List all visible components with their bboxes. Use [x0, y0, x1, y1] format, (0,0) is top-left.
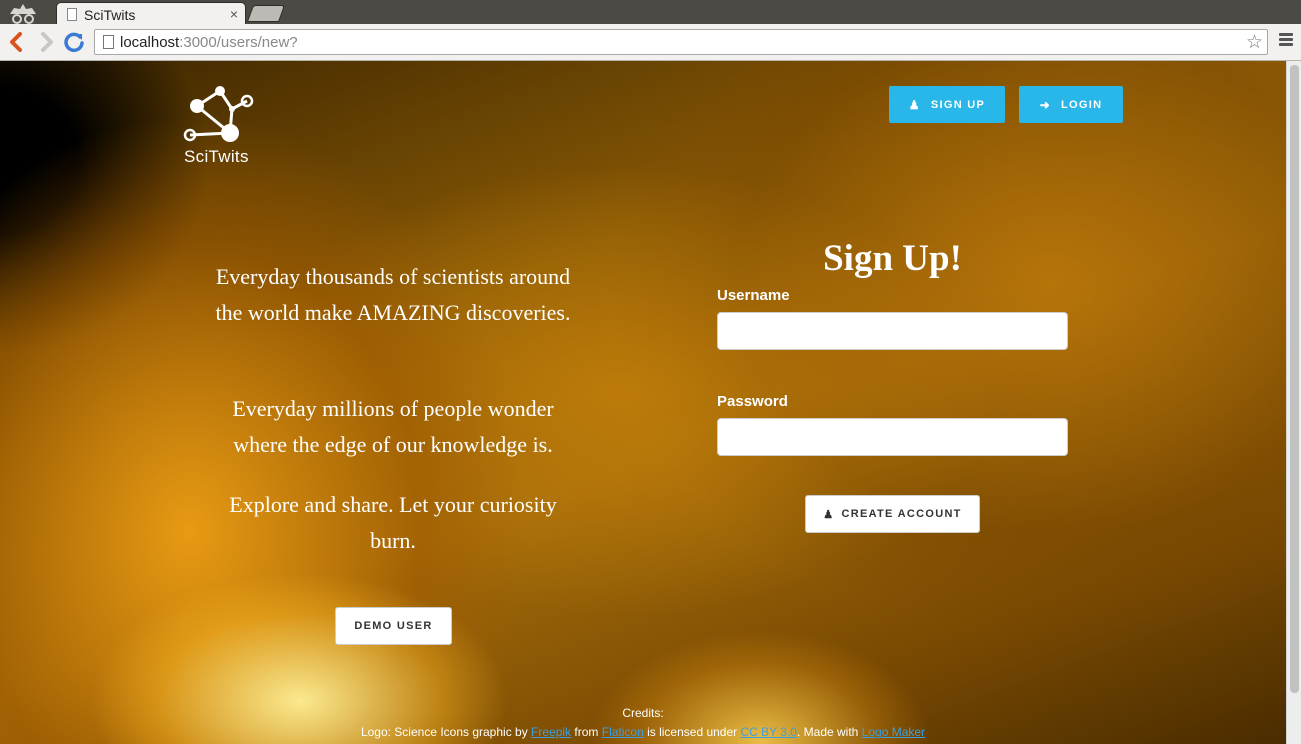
bookmark-star-icon[interactable]: ☆	[1246, 31, 1263, 54]
freepik-link[interactable]: Freepik	[531, 725, 571, 739]
pitch-paragraph-2: Everyday millions of people wonder where…	[232, 396, 554, 457]
demo-user-button[interactable]: DEMO USER	[335, 607, 452, 645]
logo-maker-link[interactable]: Logo Maker	[862, 725, 925, 739]
tab-title: SciTwits	[84, 7, 136, 23]
reload-icon[interactable]	[63, 31, 85, 53]
credits-made-with: . Made with	[796, 725, 862, 739]
pitch-paragraph-3: Explore and share. Let your curiosity bu…	[229, 492, 557, 553]
signup-form-title: Sign Up!	[823, 238, 962, 279]
forward-icon[interactable]	[35, 31, 57, 53]
create-account-button[interactable]: ♟ CREATE ACCOUNT	[805, 495, 980, 533]
flaticon-link[interactable]: Flaticon	[602, 725, 644, 739]
menu-icon[interactable]	[1279, 33, 1293, 51]
username-label: Username	[717, 287, 790, 304]
scrollbar-thumb[interactable]	[1290, 65, 1299, 693]
incognito-icon	[10, 4, 36, 24]
user-icon: ♟	[823, 508, 835, 521]
browser-tab[interactable]: SciTwits ×	[56, 2, 246, 26]
password-field[interactable]	[717, 418, 1068, 456]
back-icon[interactable]	[6, 31, 28, 53]
vertical-scrollbar[interactable]	[1286, 61, 1301, 744]
user-icon: ♟	[908, 97, 921, 112]
username-field[interactable]	[717, 312, 1068, 350]
close-icon[interactable]: ×	[230, 6, 238, 22]
url-text[interactable]: localhost:3000/users/new?	[120, 34, 298, 51]
cc-by-link[interactable]: CC BY 3.0	[741, 725, 797, 739]
credits-heading: Credits:	[622, 706, 664, 720]
page-background: SciTwits ♟ SIGN UP ➜ LOGIN Everyday thou…	[0, 61, 1286, 744]
new-tab-button[interactable]	[246, 5, 286, 22]
url-path: :3000/users/new?	[179, 34, 298, 51]
header-login-button[interactable]: ➜ LOGIN	[1019, 86, 1123, 123]
page-icon	[67, 8, 77, 21]
login-label: LOGIN	[1061, 98, 1103, 111]
browser-tabstrip: SciTwits ×	[0, 0, 1301, 26]
password-label: Password	[717, 393, 788, 410]
address-bar[interactable]: localhost:3000/users/new? ☆	[94, 29, 1268, 55]
pitch-paragraph-1: Everyday thousands of scientists around …	[215, 264, 571, 325]
create-account-label: CREATE ACCOUNT	[841, 508, 962, 520]
sign-in-icon: ➜	[1039, 97, 1051, 112]
credits-from: from	[571, 725, 602, 739]
signup-label: SIGN UP	[930, 98, 986, 111]
browser-toolbar: localhost:3000/users/new? ☆	[0, 24, 1301, 61]
credits-prefix: Logo: Science Icons graphic by	[360, 725, 532, 739]
credits-licensed: is licensed under	[643, 725, 741, 739]
credits-footer: Credits: Logo: Science Icons graphic by …	[0, 704, 1286, 742]
header-signup-button[interactable]: ♟ SIGN UP	[889, 86, 1005, 123]
page-icon	[103, 35, 114, 49]
url-host: localhost	[120, 34, 180, 51]
credits-line: Logo: Science Icons graphic by Freepik f…	[0, 723, 1286, 742]
logo-text[interactable]: SciTwits	[184, 147, 249, 167]
